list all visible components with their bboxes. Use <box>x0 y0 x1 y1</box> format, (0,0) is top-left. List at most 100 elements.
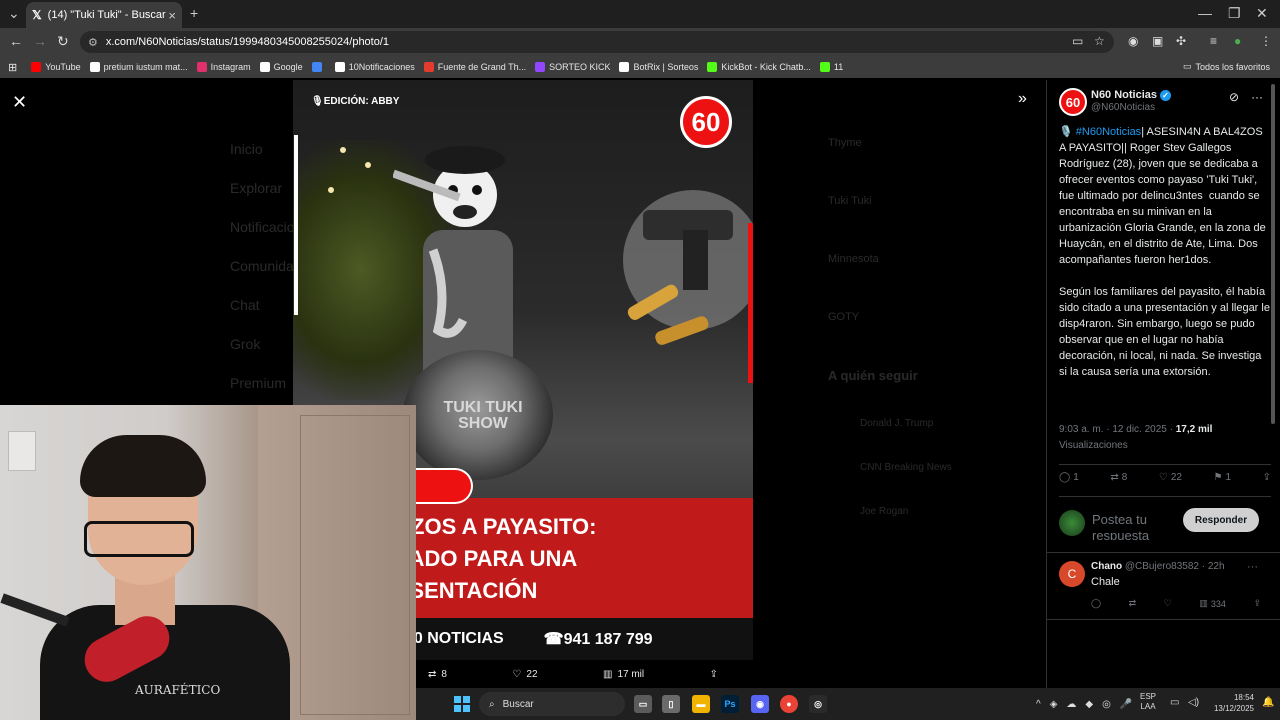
author-avatar[interactable]: 60 <box>1059 88 1087 116</box>
app-2-icon[interactable]: ◎ <box>809 695 827 713</box>
scrollbar[interactable] <box>1271 84 1275 424</box>
extensions-puzzle-icon[interactable]: ✣ <box>1176 34 1186 48</box>
author-name[interactable]: N60 Noticias ✓ <box>1091 89 1172 101</box>
notification-icon[interactable]: 🔔 <box>1262 697 1274 708</box>
forward-icon[interactable]: → <box>33 33 47 49</box>
user-avatar[interactable] <box>1059 510 1085 536</box>
white-accent-bar <box>294 135 298 315</box>
retweet-button[interactable]: ⇄ 8 <box>428 669 447 680</box>
bookmark-item[interactable]: pretium iustum mat... <box>89 62 188 72</box>
comment-header: Chano @CBujero83582 · 22h <box>1091 561 1225 572</box>
tab-search-icon[interactable]: ⌄ <box>8 5 20 22</box>
all-bookmarks[interactable]: ▭ Todos los favoritos <box>1183 61 1270 72</box>
microphone-icon[interactable]: 🎤 <box>1120 699 1132 710</box>
favicon-icon <box>334 62 345 72</box>
window-close-icon[interactable]: ✕ <box>1256 5 1268 22</box>
extension-2-icon[interactable]: ▣ <box>1152 34 1163 48</box>
onedrive-icon[interactable]: ☁ <box>1066 699 1076 710</box>
tab-close-icon[interactable]: × <box>168 8 176 23</box>
defender-icon[interactable]: ◆ <box>1085 699 1093 710</box>
chart-icon: ▥ <box>1199 598 1208 608</box>
address-bar[interactable]: ⚙ x.com/N60Noticias/status/1999480345008… <box>80 31 1114 53</box>
close-photo-icon[interactable]: ✕ <box>12 92 27 113</box>
apps-icon[interactable]: ⊞ <box>8 61 17 74</box>
views-button[interactable]: ▥ 17 mil <box>603 669 644 680</box>
tray-app-icon[interactable]: ◈ <box>1050 699 1058 710</box>
discord-icon[interactable]: ◉ <box>751 695 769 713</box>
maximize-icon[interactable]: ❐ <box>1228 5 1241 22</box>
sidebar-icons: ⊘ ··· <box>1229 90 1263 104</box>
minimize-icon[interactable]: — <box>1198 5 1212 21</box>
bg-trend-item: Thyme <box>828 137 862 149</box>
hashtag-link[interactable]: #N60Noticias <box>1076 126 1141 138</box>
comment-author[interactable]: Chano <box>1091 561 1122 572</box>
share-button[interactable]: ⇪ <box>710 669 718 680</box>
volume-icon[interactable]: ◁) <box>1188 697 1199 708</box>
site-info-icon[interactable]: ⚙ <box>88 36 98 49</box>
edition-label: 🎙EDICIÓN: ABBY <box>311 96 400 107</box>
comment-text: Chale <box>1091 576 1120 588</box>
language-indicator[interactable]: ESP LAA <box>1140 692 1156 712</box>
reading-list-icon[interactable]: ≡ <box>1210 34 1217 48</box>
extension-icon[interactable]: ◉ <box>1128 34 1138 48</box>
share-icon[interactable]: ⇪ <box>1253 598 1261 609</box>
bg-suggestion-item: Joe Rogan <box>860 506 909 517</box>
grok-icon[interactable]: ⊘ <box>1229 90 1239 104</box>
reply-button[interactable]: ◯ 1 <box>1059 472 1079 483</box>
bookmark-item[interactable]: BotRix | Sorteos <box>619 62 698 72</box>
comment-avatar[interactable]: C <box>1059 561 1085 587</box>
favicon-icon <box>259 62 270 72</box>
tweet-actions: ◯ 1 ⇄ 8 ♡ 22 ⚑ 1 ⇪ <box>1059 472 1271 483</box>
author-handle[interactable]: @N60Noticias <box>1091 102 1155 113</box>
reply-submit-button[interactable]: Responder <box>1183 508 1259 532</box>
clock[interactable]: 18:54 13/12/2025 <box>1208 692 1254 714</box>
reload-icon[interactable]: ↻ <box>57 33 69 50</box>
photo-action-bar: ⇄ 8 ♡ 22 ▥ 17 mil ⇪ <box>428 664 718 684</box>
retweet-button[interactable]: ⇄ 8 <box>1110 472 1127 483</box>
new-tab-icon[interactable]: + <box>190 5 198 21</box>
bookmark-item[interactable]: SORTEO KICK <box>535 62 610 72</box>
like-button[interactable]: ♡ 22 <box>1159 472 1182 483</box>
share-button[interactable]: ⇪ <box>1263 472 1271 483</box>
comment-views[interactable]: ▥ 334 <box>1199 598 1226 609</box>
profile-avatar-icon[interactable]: ● <box>1234 34 1241 48</box>
chevron-up-icon[interactable]: ^ <box>1036 699 1041 710</box>
comment-actions: ◯ ⇄ ♡ ▥ 334 ⇪ <box>1091 598 1261 609</box>
comment-more-icon[interactable]: ··· <box>1247 561 1258 573</box>
bookmark-item[interactable]: YouTube <box>31 62 81 72</box>
reply-icon[interactable]: ◯ <box>1091 598 1101 609</box>
reply-input[interactable]: Postea tu respuesta <box>1092 512 1182 540</box>
menu-icon[interactable]: ⋮ <box>1260 34 1272 48</box>
network-icon[interactable]: ▭ <box>1170 697 1179 708</box>
bookmark-item[interactable]: Instagram <box>196 62 251 72</box>
taskbar-search[interactable]: ⌕ Buscar <box>479 692 625 716</box>
bookmark-button[interactable]: ⚑ 1 <box>1214 472 1232 483</box>
app-icon[interactable]: ▯ <box>662 695 680 713</box>
bookmark-item[interactable]: 10Notificaciones <box>334 62 415 72</box>
retweet-icon[interactable]: ⇄ <box>1129 598 1137 609</box>
bookmarks-bar: ⊞ YouTube pretium iustum mat... Instagram G… <box>0 56 1280 78</box>
file-explorer-icon[interactable]: ▬ <box>692 695 710 713</box>
more-options-icon[interactable]: ··· <box>1251 90 1263 104</box>
bookmark-item[interactable]: 11 <box>819 62 843 72</box>
collapse-sidebar-icon[interactable]: » <box>1018 90 1027 108</box>
bookmark-item[interactable] <box>311 62 326 72</box>
windows-start-icon[interactable] <box>454 696 470 712</box>
tweet-text: 🎙️ #N60Noticias| ASESIN4N A BAL4ZOS A PA… <box>1059 126 1270 378</box>
back-icon[interactable]: ← <box>9 33 23 49</box>
drum-text: TUKI TUKI SHOW <box>443 399 523 432</box>
divider <box>1047 552 1280 553</box>
heart-icon[interactable]: ♡ <box>1164 598 1172 609</box>
chrome-icon[interactable]: ● <box>780 695 798 713</box>
system-tray: ^ ◈ ☁ ◆ ◎ 🎤 <box>1036 692 1132 716</box>
bookmark-item[interactable]: Fuente de Grand Th... <box>423 62 526 72</box>
bookmark-item[interactable]: Google <box>259 62 303 72</box>
like-button[interactable]: ♡ 22 <box>512 669 537 680</box>
photoshop-icon[interactable]: Ps <box>721 695 739 713</box>
install-app-icon[interactable]: ▭ <box>1072 34 1083 48</box>
bookmark-star-icon[interactable]: ☆ <box>1094 34 1105 48</box>
browser-tab[interactable]: 𝕏 (14) "Tuki Tuki" - Buscar / X × <box>26 2 182 28</box>
tray-app-2-icon[interactable]: ◎ <box>1102 699 1111 710</box>
bookmark-item[interactable]: KickBot - Kick Chatb... <box>707 62 811 72</box>
task-view-icon[interactable]: ▭ <box>634 695 652 713</box>
